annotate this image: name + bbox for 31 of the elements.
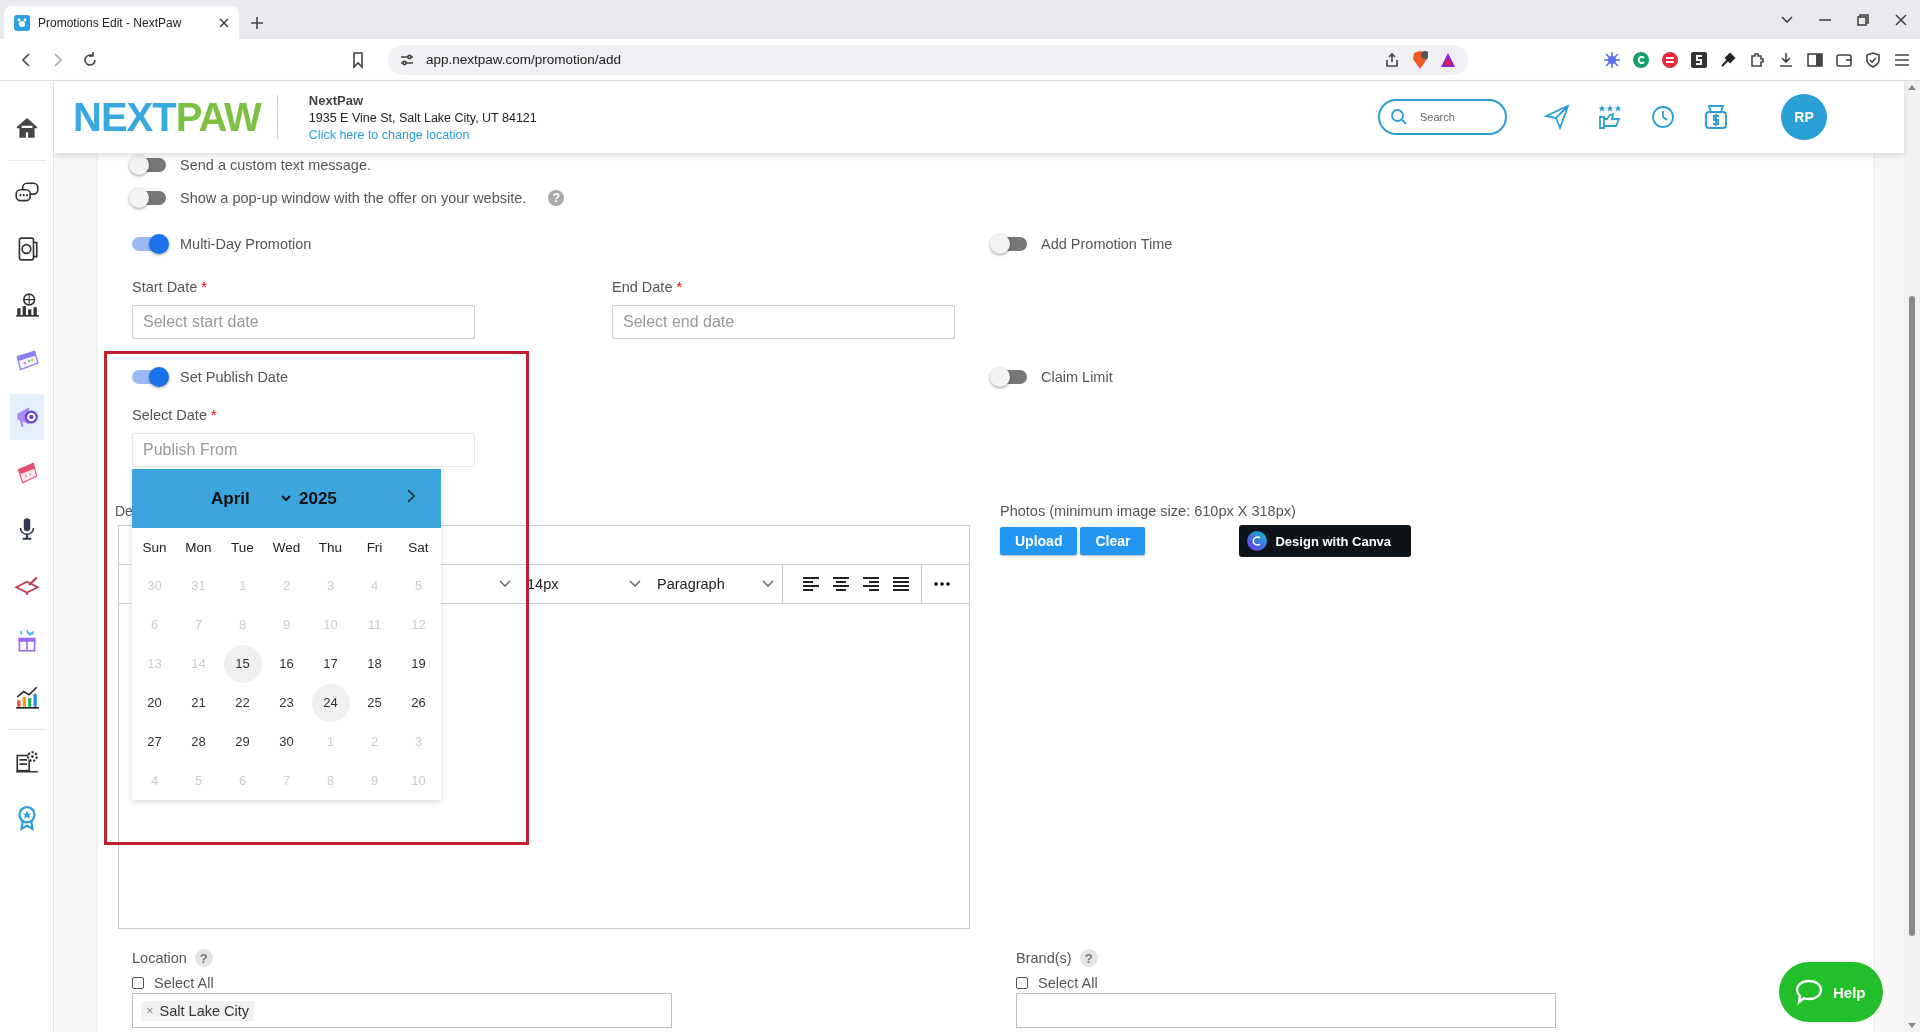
location-tag: × Salt Lake City (141, 1000, 255, 1021)
field-label: Brand(s) (1016, 950, 1072, 966)
logo: NEXTPAW (73, 95, 278, 139)
weekday-label: Tue (230, 538, 255, 557)
required-mark: * (676, 279, 683, 295)
field-label: Select Date (132, 407, 207, 423)
toggle-label: Claim Limit (1041, 369, 1113, 385)
toggle-label: Add Promotion Time (1041, 236, 1173, 252)
field-label: Location (132, 950, 187, 966)
weekday-label: Thu (317, 538, 344, 557)
location-name: NextPaw (308, 92, 365, 108)
checkbox-label: Select All (154, 975, 214, 991)
toggle-label: Show a pop-up window with the offer on your website. (180, 190, 527, 206)
checkbox-label: Select All (1038, 975, 1098, 991)
url-text: app.nextpaw.com/promotion/add (426, 52, 623, 67)
required-mark: * (210, 407, 217, 423)
weekday-label: Sat (407, 538, 430, 557)
field-label: De (115, 503, 133, 521)
photos-label: Photos (minimum image size: 610px X 318px) (1000, 503, 1297, 521)
required-mark: * (201, 279, 207, 295)
field-label: Start Date (132, 279, 198, 295)
location-address: 1935 E Vine St, Salt Lake City, UT 84121 (308, 110, 537, 125)
toggle-label: Send a custom text message. (180, 157, 371, 173)
toggle-label: Set Publish Date (180, 369, 288, 385)
toggle-label: Multi-Day Promotion (180, 236, 312, 252)
weekday-label: Wed (271, 538, 302, 557)
weekday-label: Sun (141, 538, 168, 557)
weekday-label: Fri (365, 538, 384, 557)
field-label: End Date (612, 279, 673, 295)
tab-title: Promotions Edit - NextPaw (38, 15, 183, 30)
weekday-label: Mon (184, 538, 213, 557)
